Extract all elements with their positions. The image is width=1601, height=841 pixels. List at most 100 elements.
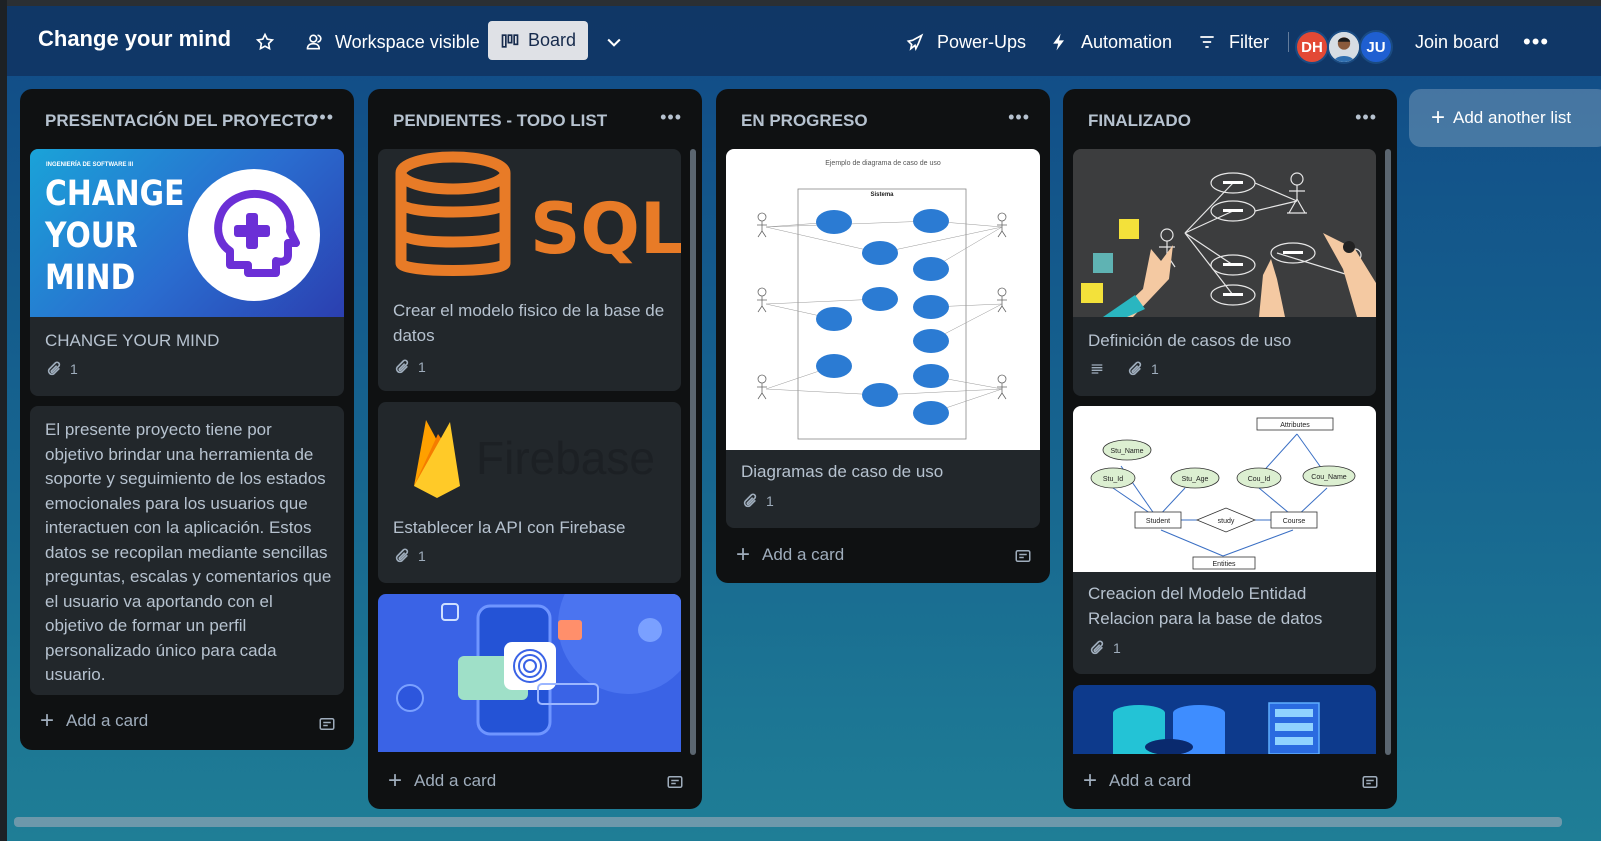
list-more-icon[interactable]: ••• [1008,107,1030,128]
list-more-icon[interactable]: ••• [660,107,682,128]
mind-logo [188,169,320,301]
card-template-icon[interactable] [666,773,684,791]
card-title: Definición de casos de uso [1088,331,1292,350]
list-more-icon[interactable]: ••• [312,107,334,128]
powerups-button[interactable]: Power-Ups [905,26,1026,58]
add-card-button[interactable]: + Add a card [736,543,844,567]
card-title: Crear el modelo fisico de la base de dat… [393,301,665,345]
plus-icon: + [1431,104,1446,131]
cover-headline: CHANGE YOUR MIND [45,174,185,298]
card-badges: 1 [394,359,440,375]
database-illustration [1073,685,1376,754]
window-left-edge [0,0,7,841]
card-change-your-mind[interactable]: INGENIERÍA DE SOFTWARE III CHANGE YOUR M… [30,149,344,396]
card-badges: 1 [394,548,440,564]
svg-text:Stu_Age: Stu_Age [1182,476,1209,483]
er-diagram: Stu_Name Stu_Id Stu_Age Cou_Id Cou_Name … [1073,406,1376,572]
card-database[interactable] [1073,685,1376,754]
firebase-logo: Firebase [414,420,655,498]
list-more-icon[interactable]: ••• [1355,107,1377,128]
card-cover: INGENIERÍA DE SOFTWARE III CHANGE YOUR M… [30,149,344,317]
head-plus-icon [214,190,300,277]
list-scrollbar[interactable] [1385,149,1391,755]
rocket-icon [906,33,924,52]
more-icon[interactable]: ••• [1523,26,1549,58]
card-badges: 1 [742,493,788,509]
card-description[interactable]: El presente proyecto tiene por objetivo … [30,406,344,695]
list-title[interactable]: PENDIENTES - TODO LIST [393,111,607,131]
card-entidad-relacion[interactable]: Stu_Name Stu_Id Stu_Age Cou_Id Cou_Name … [1073,406,1376,674]
filter-button[interactable]: Filter [1197,26,1269,58]
cover-kicker: INGENIERÍA DE SOFTWARE III [46,162,134,168]
svg-text:study: study [1218,518,1235,525]
board-title[interactable]: Change your mind [38,26,231,52]
card-title: Establecer la API con Firebase [393,518,626,537]
fingerprint-illustration [378,594,681,752]
star-button[interactable] [255,26,275,58]
add-card-button[interactable]: + Add a card [388,769,496,793]
add-card-button[interactable]: + Add a card [1083,769,1191,793]
bolt-icon [1053,33,1064,51]
add-card-button[interactable]: + Add a card [40,709,148,733]
avatar-dh[interactable]: DH [1295,30,1329,64]
plus-icon: + [1083,767,1098,794]
list-scrollbar[interactable] [690,149,696,755]
board-view-button[interactable]: Board [488,21,588,60]
card-badges: 1 [1089,361,1173,377]
board-view-label: Board [527,30,577,50]
add-list-button[interactable]: + Add another list [1409,89,1601,147]
board-header: Change your mind Workspace visible Board… [7,6,1601,76]
card-template-icon[interactable] [1361,773,1379,791]
filter-label: Filter [1229,31,1269,52]
powerups-label: Power-Ups [937,31,1027,52]
people-icon [306,34,322,50]
svg-text:Stu_Id: Stu_Id [1103,476,1123,483]
card-fingerprint[interactable] [378,594,681,752]
card-diagramas[interactable]: Ejemplo de diagrama de caso de uso Siste… [726,149,1040,528]
person-photo-icon [1329,32,1359,62]
automation-button[interactable]: Automation [1049,26,1172,58]
svg-text:Firebase: Firebase [476,432,655,484]
plus-icon: + [736,541,751,568]
board-icon [501,33,519,48]
use-case-illustration [1073,149,1376,317]
svg-text:Sistema: Sistema [870,192,894,198]
view-switcher-button[interactable] [604,26,624,58]
card-firebase[interactable]: Firebase Establecer la API con Firebase … [378,402,681,583]
description-icon [1091,364,1103,374]
list-title[interactable]: FINALIZADO [1088,111,1191,131]
svg-text:Cou_Id: Cou_Id [1248,476,1271,483]
attachment-icon [743,493,757,508]
card-template-icon[interactable] [318,715,336,733]
card-sql[interactable]: SQL Crear el modelo fisico de la base de… [378,149,681,391]
card-cover: Firebase [378,402,681,507]
visibility-button[interactable]: Workspace visible [305,26,480,58]
use-case-diagram: Ejemplo de diagrama de caso de uso Siste… [757,160,1007,440]
svg-text:Student: Student [1146,518,1170,525]
sql-logo: SQL [395,151,681,276]
avatar-ju[interactable]: JU [1359,30,1393,64]
star-icon [255,32,275,51]
card-cover: SQL [378,149,681,289]
list-title[interactable]: EN PROGRESO [741,111,868,131]
attachment-icon [395,548,409,563]
card-cover: Ejemplo de diagrama de caso de uso Siste… [726,149,1040,450]
card-definicion[interactable]: Definición de casos de uso 1 [1073,149,1376,396]
svg-text:Ejemplo de diagrama de caso de: Ejemplo de diagrama de caso de uso [825,160,941,167]
list-en-progreso: EN PROGRESO ••• Ejemplo de diagrama de c… [716,89,1050,583]
list-pendientes: PENDIENTES - TODO LIST ••• SQL Crear el … [368,89,702,809]
card-badges: 1 [46,361,92,377]
card-title: El presente proyecto tiene por objetivo … [45,420,332,684]
card-template-icon[interactable] [1014,547,1032,565]
header-divider [1288,32,1289,52]
list-finalizado: FINALIZADO ••• Definición de casos de us… [1063,89,1397,809]
board-horizontal-scrollbar[interactable] [14,817,1562,827]
card-title: Creacion del Modelo Entidad Relacion par… [1088,584,1323,628]
svg-text:Entities: Entities [1213,561,1236,568]
list-presentacion: PRESENTACIÓN DEL PROYECTO ••• INGENIERÍA… [20,89,354,750]
card-title: CHANGE YOUR MIND [45,331,220,350]
list-title[interactable]: PRESENTACIÓN DEL PROYECTO [45,111,317,131]
avatar-photo[interactable] [1327,30,1361,64]
filter-icon [1200,36,1214,48]
join-board-button[interactable]: Join board [1415,26,1499,58]
